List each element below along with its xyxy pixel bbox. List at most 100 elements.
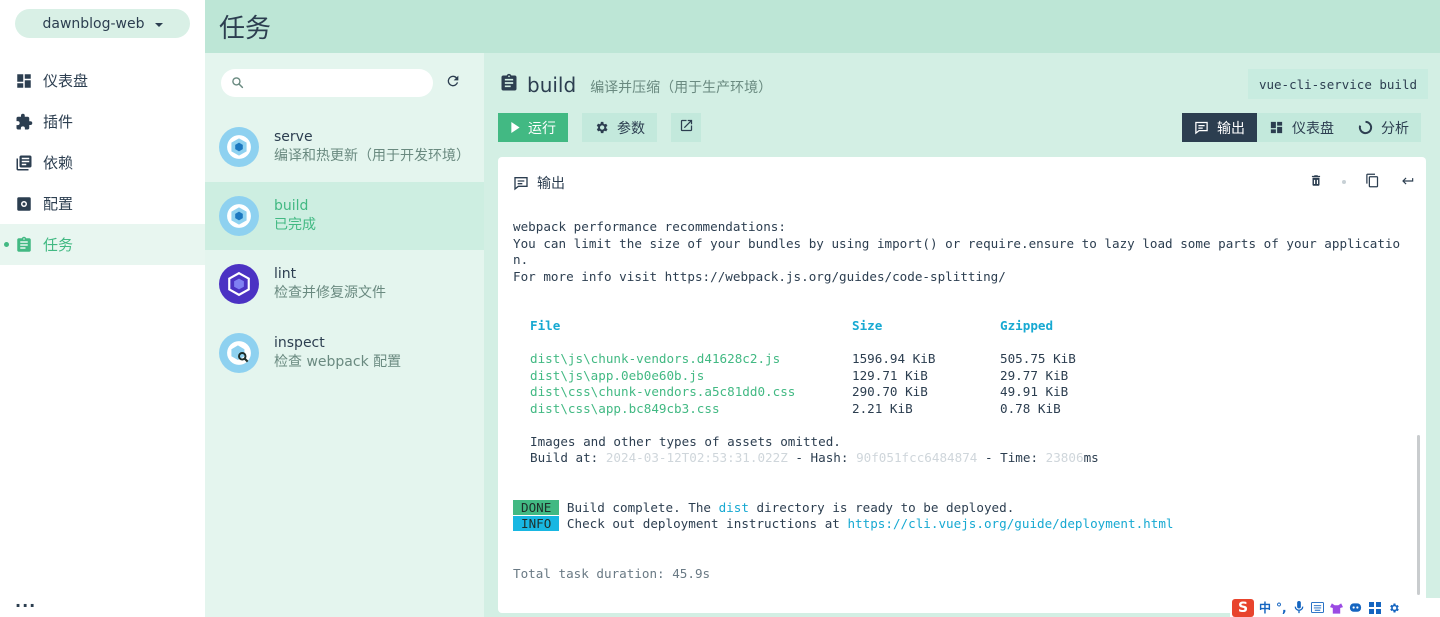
sidebar-item-config[interactable]: 配置 xyxy=(0,183,205,224)
search-input[interactable] xyxy=(252,75,422,91)
task-name: lint xyxy=(274,266,297,282)
tab-analyze[interactable]: 分析 xyxy=(1346,113,1421,142)
column-header-file: File xyxy=(530,318,561,333)
view-switcher: 输出 仪表盘 分析 xyxy=(1182,113,1421,142)
table-header-row: File Size Gzipped xyxy=(513,318,1413,335)
run-button[interactable]: 运行 xyxy=(498,113,568,142)
open-external-button[interactable] xyxy=(671,113,701,142)
ime-punctuation-toggle[interactable]: °, xyxy=(1276,601,1287,615)
output-scrollbar[interactable] xyxy=(1417,435,1420,595)
webpack-cube-icon xyxy=(219,196,259,236)
output-actions xyxy=(1298,171,1426,193)
task-duration: Total task duration: 45.9s xyxy=(513,565,711,581)
output-line: For more info visit https://webpack.js.o… xyxy=(513,268,1006,284)
return-arrow-icon xyxy=(1401,173,1415,192)
caret-down-icon xyxy=(154,22,163,27)
delete-sweep-icon xyxy=(1309,173,1323,192)
tab-dashboard[interactable]: 仪表盘 xyxy=(1257,113,1346,142)
microphone-icon[interactable] xyxy=(1292,601,1306,615)
dashboard-icon xyxy=(1269,120,1284,135)
sidebar: dawnblog-web 仪表盘 插件 依赖 配置 任务 ... xyxy=(0,0,205,617)
output-panel: 输出 webpack performance recommendations: … xyxy=(498,157,1426,613)
params-button[interactable]: 参数 xyxy=(582,113,657,142)
task-item-lint[interactable]: lint 检查并修复源文件 xyxy=(205,250,484,318)
sogou-logo-icon[interactable]: S xyxy=(1232,598,1254,617)
sidebar-item-label: 仪表盘 xyxy=(43,72,89,90)
task-description: 已完成 xyxy=(274,217,316,233)
play-icon xyxy=(510,122,520,133)
task-description: 编译和热更新（用于开发环境） xyxy=(274,148,470,164)
settings-gear-icon[interactable] xyxy=(1387,601,1401,615)
clear-output-button[interactable] xyxy=(1298,171,1334,193)
copy-output-button[interactable] xyxy=(1354,171,1390,193)
task-name: serve xyxy=(274,129,313,145)
main-nav: 仪表盘 插件 依赖 配置 任务 xyxy=(0,60,205,265)
message-icon xyxy=(1194,120,1209,135)
column-header-size: Size xyxy=(852,318,883,333)
top-bar: 任务 xyxy=(205,0,1440,53)
inspect-icon xyxy=(219,333,259,373)
skin-icon[interactable] xyxy=(1330,601,1344,615)
toolbox-icon[interactable] xyxy=(1368,601,1382,615)
sidebar-item-plugins[interactable]: 插件 xyxy=(0,101,205,142)
task-subtitle: 编译并压缩（用于生产环境） xyxy=(590,79,773,96)
task-item-build[interactable]: build 已完成 xyxy=(205,182,484,250)
params-button-label: 参数 xyxy=(617,120,645,137)
sidebar-item-label: 配置 xyxy=(43,195,74,213)
refresh-icon[interactable] xyxy=(445,73,463,91)
tab-output[interactable]: 输出 xyxy=(1182,113,1257,142)
tab-label: 仪表盘 xyxy=(1292,120,1334,137)
copy-icon xyxy=(1365,173,1380,192)
sidebar-item-label: 插件 xyxy=(43,113,74,131)
column-header-gzipped: Gzipped xyxy=(1000,318,1054,333)
clipboard-icon xyxy=(499,72,519,98)
task-list-panel: serve 编译和热更新（用于开发环境） build 已完成 lint 检查并修… xyxy=(205,53,484,617)
done-message: DONE Build complete. The dist directory … xyxy=(513,499,1413,517)
command-tag: vue-cli-service build xyxy=(1248,69,1428,99)
search-box xyxy=(221,69,433,97)
task-header: build 编译并压缩（用于生产环境） xyxy=(499,72,772,98)
open-in-new-icon xyxy=(679,118,694,137)
keyboard-icon[interactable] xyxy=(1311,601,1325,615)
sidebar-item-label: 任务 xyxy=(43,236,74,254)
sidebar-item-dependencies[interactable]: 依赖 xyxy=(0,142,205,183)
project-selector[interactable]: dawnblog-web xyxy=(15,9,190,38)
sidebar-item-tasks[interactable]: 任务 xyxy=(0,224,205,265)
output-line: webpack performance recommendations: xyxy=(513,219,786,234)
task-name: inspect xyxy=(274,335,325,351)
terminal-output: webpack performance recommendations: You… xyxy=(513,219,1413,582)
task-description: 检查 webpack 配置 xyxy=(274,354,402,370)
donut-icon xyxy=(1358,120,1373,135)
done-badge: DONE xyxy=(513,499,560,515)
omitted-note: Images and other types of assets omitted… xyxy=(530,433,841,449)
tab-label: 分析 xyxy=(1381,120,1409,137)
task-name: build xyxy=(274,198,309,214)
search-icon xyxy=(231,74,244,93)
assistant-icon[interactable] xyxy=(1349,601,1363,615)
table-row: dist\js\app.0eb0e60b.js 129.71 KiB 29.77 K… xyxy=(530,367,1069,383)
separator-dot xyxy=(1342,180,1346,184)
task-item-inspect[interactable]: inspect 检查 webpack 配置 xyxy=(205,319,484,387)
library-books-icon xyxy=(15,154,33,172)
table-row: dist\css\chunk-vendors.a5c81dd0.css 290.7… xyxy=(530,384,1069,399)
task-detail: build 编译并压缩（用于生产环境） vue-cli-service buil… xyxy=(484,53,1440,617)
deployment-link[interactable]: https://cli.vuejs.org/guide/deployment.h… xyxy=(847,516,1173,531)
task-title: build xyxy=(527,73,577,97)
message-icon xyxy=(513,175,529,191)
output-line: You can limit the size of your bundles b… xyxy=(513,235,1401,268)
info-message: INFO Check out deployment instructions a… xyxy=(513,516,1413,533)
ime-language-toggle[interactable]: 中 xyxy=(1259,599,1271,616)
run-button-label: 运行 xyxy=(528,120,556,137)
info-badge: INFO xyxy=(513,516,560,531)
more-menu-button[interactable]: ... xyxy=(15,592,36,611)
sidebar-item-label: 依赖 xyxy=(43,154,74,172)
settings-icon xyxy=(15,195,33,213)
tab-label: 输出 xyxy=(1217,120,1245,137)
output-title: 输出 xyxy=(537,176,565,192)
sidebar-item-dashboard[interactable]: 仪表盘 xyxy=(0,60,205,101)
wrap-lines-button[interactable] xyxy=(1390,171,1426,193)
webpack-cube-icon xyxy=(219,127,259,167)
gear-icon xyxy=(594,120,609,135)
page-title: 任务 xyxy=(219,14,272,44)
task-item-serve[interactable]: serve 编译和热更新（用于开发环境） xyxy=(205,113,484,181)
